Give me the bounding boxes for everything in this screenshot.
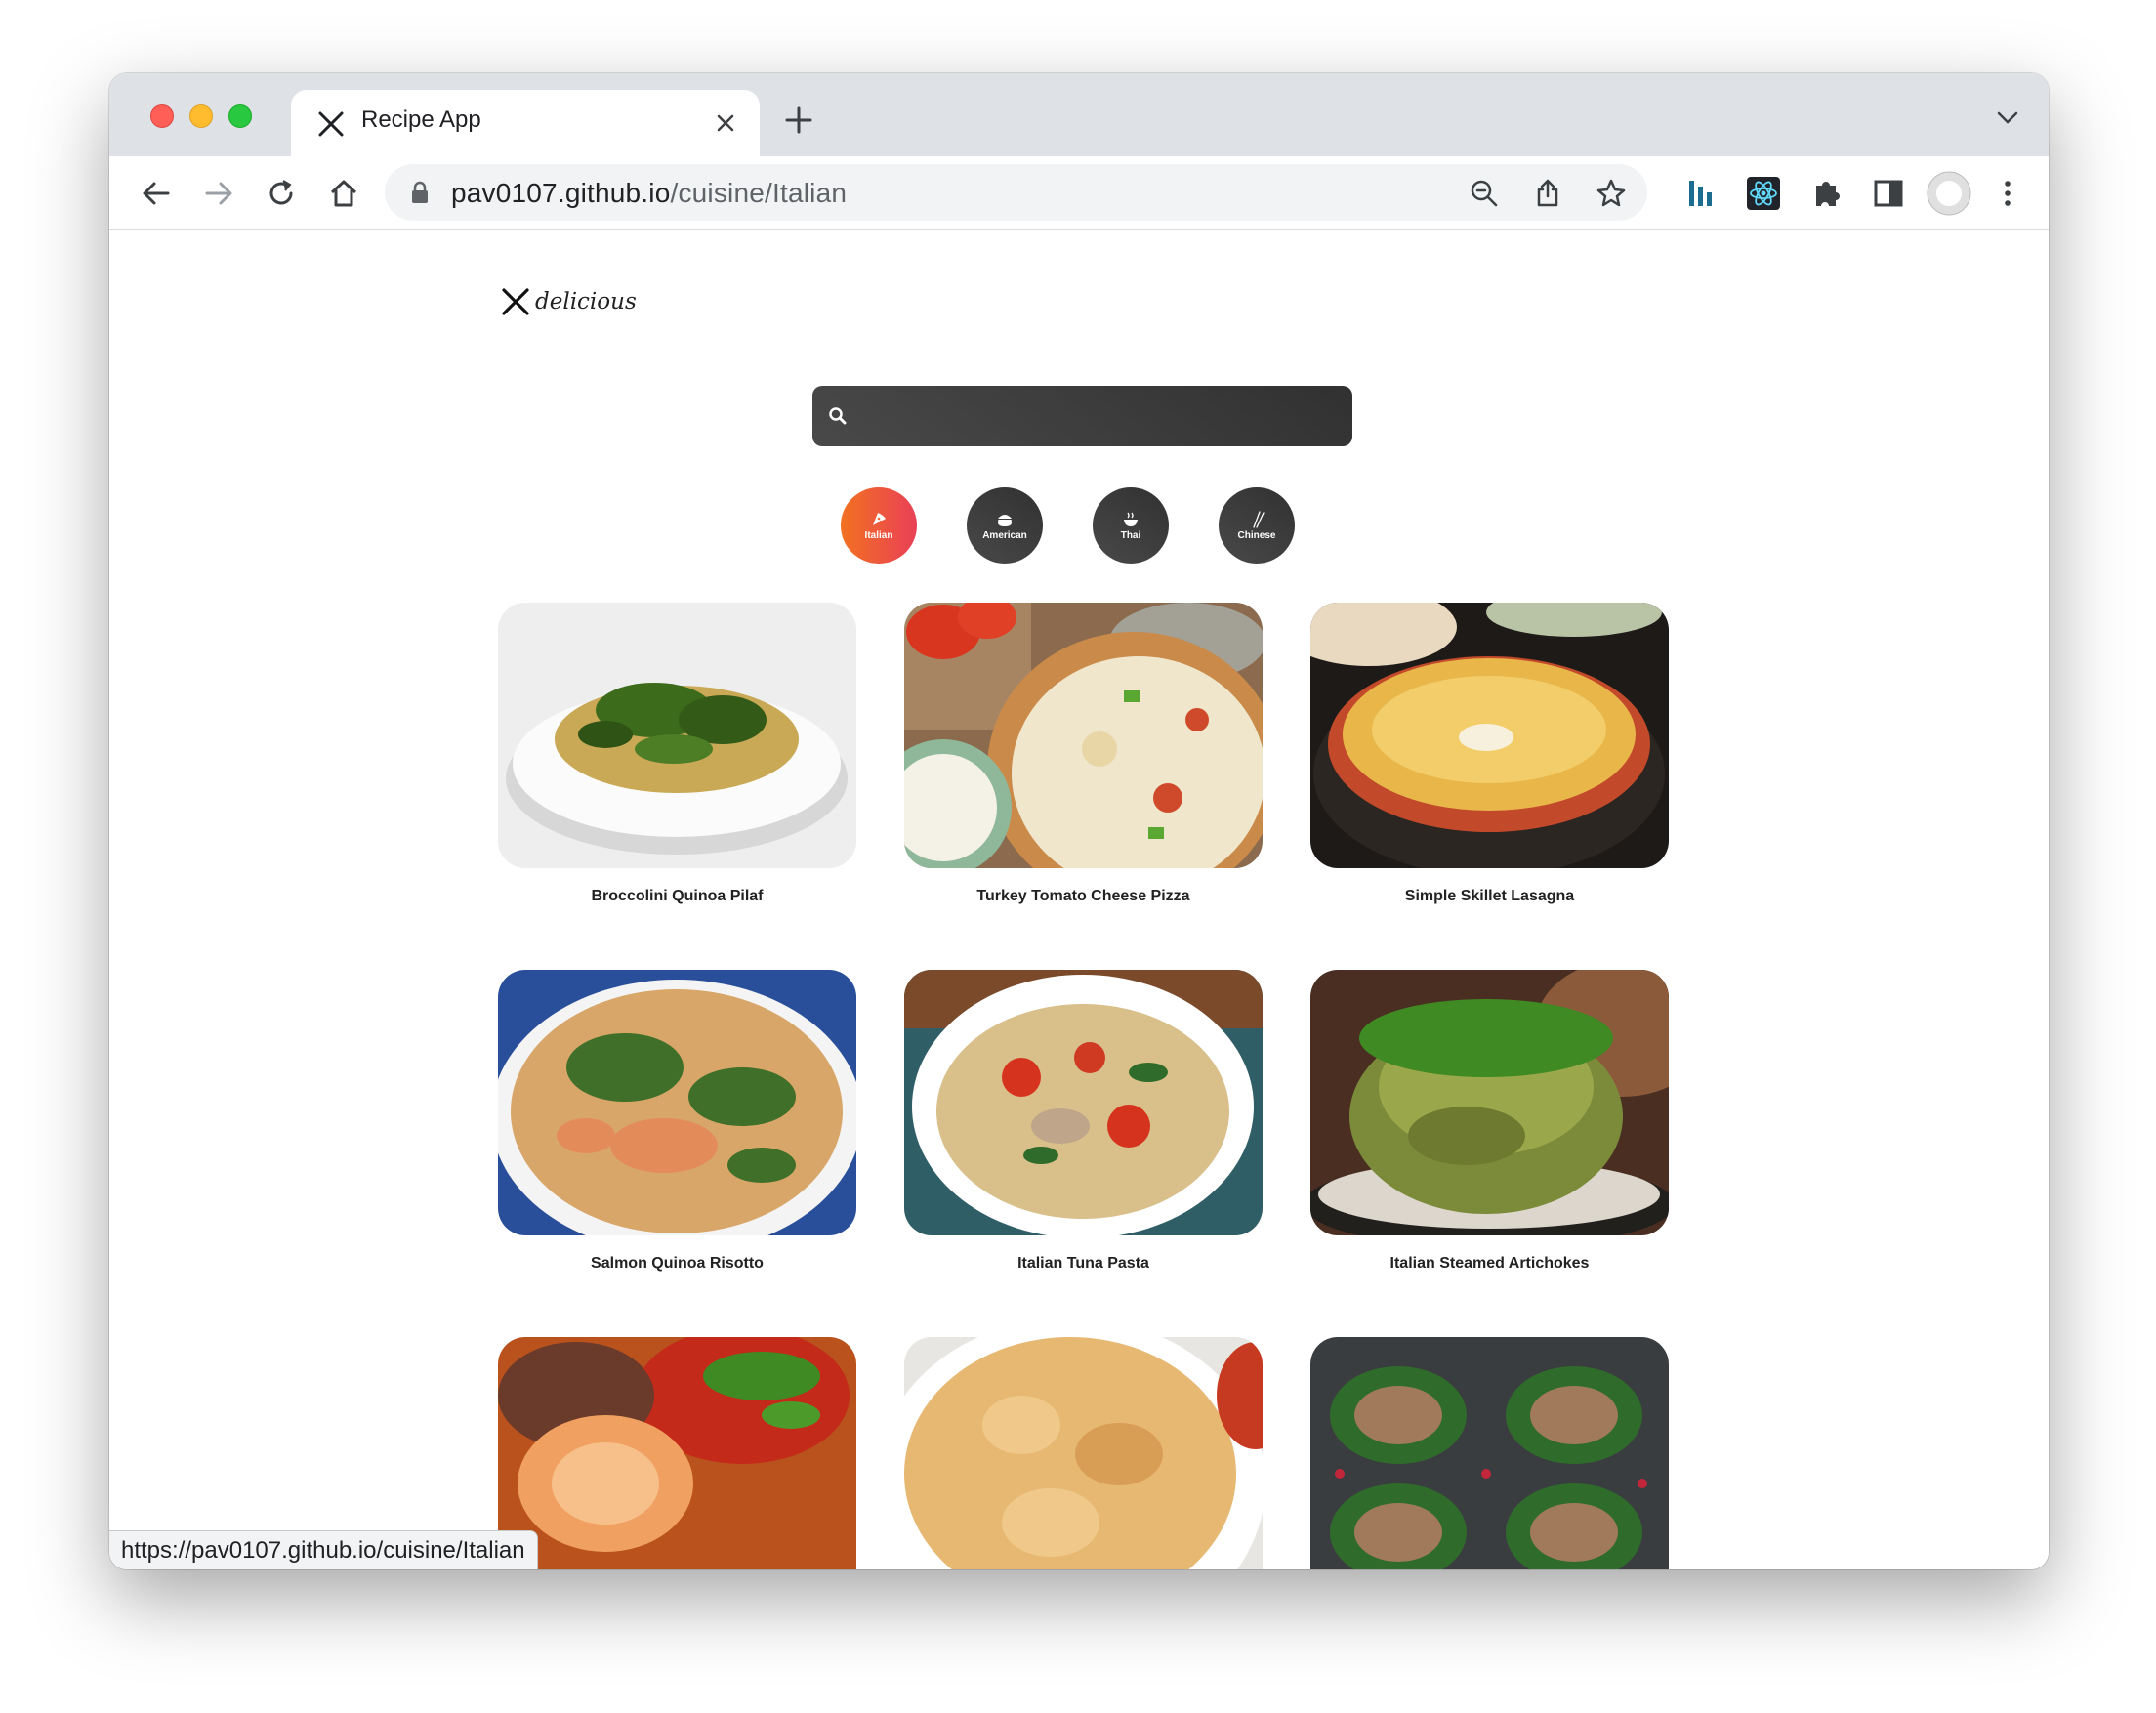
minimize-window-button[interactable]	[189, 104, 213, 128]
puzzle-piece-icon[interactable]	[1808, 176, 1844, 211]
cuisine-thai[interactable]: Thai	[1093, 487, 1169, 564]
chevron-down-icon[interactable]	[1996, 110, 2019, 126]
url-text[interactable]: pav0107.github.io/cuisine/Italian	[451, 178, 847, 209]
cuisine-label: Thai	[1120, 529, 1141, 541]
page-content: delicious Italian American Thai Chinese …	[109, 230, 2049, 1569]
cuisine-nav: Italian American Thai Chinese	[841, 487, 1329, 565]
reload-icon[interactable]	[264, 176, 299, 211]
close-tab-icon[interactable]	[711, 108, 740, 138]
tab-title: Recipe App	[361, 106, 481, 133]
recipe-image-stuffed-mushrooms[interactable]	[1310, 1337, 1669, 1569]
recipe-card[interactable]: Turkey Tomato Cheese Pizza	[904, 603, 1263, 905]
new-tab-icon[interactable]	[783, 104, 814, 136]
app-logo[interactable]: delicious	[500, 286, 637, 317]
react-devtools-icon[interactable]	[1746, 176, 1781, 211]
maximize-window-button[interactable]	[228, 104, 252, 128]
recipe-title: Salmon Quinoa Risotto	[591, 1255, 764, 1272]
address-bar[interactable]: pav0107.github.io/cuisine/Italian	[385, 164, 1647, 221]
profile-avatar-icon[interactable]	[1926, 170, 1972, 217]
recipe-image-shrimp[interactable]	[498, 1337, 856, 1569]
status-bar: https://pav0107.github.io/cuisine/Italia…	[109, 1530, 538, 1569]
bookmark-star-icon[interactable]	[1596, 178, 1627, 209]
recipe-title: Turkey Tomato Cheese Pizza	[976, 888, 1190, 904]
tab-strip: Recipe App	[109, 73, 2049, 156]
browser-toolbar: pav0107.github.io/cuisine/Italian	[109, 156, 2049, 230]
recipe-image-baked-ravioli[interactable]	[904, 1337, 1263, 1569]
recipe-image-salmon-quinoa-risotto[interactable]	[498, 970, 856, 1235]
noodle-bowl-icon	[1124, 512, 1138, 526]
close-window-button[interactable]	[150, 104, 174, 128]
recipe-image-turkey-tomato-cheese-pizza[interactable]	[904, 603, 1263, 868]
recipe-title: Italian Tuna Pasta	[1017, 1255, 1149, 1272]
search-icon	[829, 407, 847, 425]
hamburger-icon	[998, 514, 1012, 526]
url-host: pav0107.github.io	[451, 178, 671, 208]
lock-icon[interactable]	[410, 181, 430, 204]
recipe-title: Simple Skillet Lasagna	[1404, 888, 1575, 904]
url-path: /cuisine/Italian	[670, 178, 848, 208]
recipe-image-italian-steamed-artichokes[interactable]	[1310, 970, 1669, 1235]
pizza-icon	[873, 512, 886, 525]
recipe-card[interactable]: Simple Skillet Lasagna	[1310, 603, 1669, 905]
side-panel-icon[interactable]	[1871, 176, 1906, 211]
recipe-image-broccolini-quinoa-pilaf[interactable]	[498, 603, 856, 868]
forward-icon[interactable]	[201, 176, 236, 211]
zoom-out-icon[interactable]	[1469, 178, 1500, 209]
recipe-image-italian-tuna-pasta[interactable]	[904, 970, 1263, 1235]
browser-window: Recipe App pav0107.github.io/cuisine/Ita…	[109, 73, 2049, 1569]
recipe-card[interactable]: Italian Tuna Pasta	[904, 970, 1263, 1273]
fork-knife-icon	[318, 111, 344, 137]
recipe-image-simple-skillet-lasagna[interactable]	[1310, 603, 1669, 868]
cuisine-american[interactable]: American	[967, 487, 1043, 564]
recipe-title: Italian Steamed Artichokes	[1389, 1255, 1590, 1272]
tab-recipe-app[interactable]: Recipe App	[291, 90, 760, 156]
home-icon[interactable]	[326, 176, 361, 211]
more-menu-icon[interactable]	[1990, 176, 2025, 211]
recipe-card[interactable]: Italian Steamed Artichokes	[1310, 970, 1669, 1273]
recipe-card[interactable]	[904, 1337, 1263, 1569]
cuisine-label: Chinese	[1237, 529, 1276, 541]
recipe-card[interactable]: Salmon Quinoa Risotto	[498, 970, 856, 1273]
extension-bars-icon[interactable]	[1683, 176, 1719, 211]
recipe-title: Broccolini Quinoa Pilaf	[591, 888, 764, 904]
fork-knife-icon	[502, 288, 529, 315]
cuisine-chinese[interactable]: Chinese	[1219, 487, 1295, 564]
recipe-card[interactable]	[1310, 1337, 1669, 1569]
cuisine-italian[interactable]: Italian	[841, 487, 917, 564]
chopsticks-icon	[1253, 510, 1265, 528]
search-bar[interactable]	[812, 386, 1352, 446]
recipe-card[interactable]: Broccolini Quinoa Pilaf	[498, 603, 856, 905]
recipe-card[interactable]	[498, 1337, 856, 1569]
share-icon[interactable]	[1532, 178, 1563, 209]
logo-text: delicious	[535, 289, 637, 314]
cuisine-label: American	[982, 529, 1027, 541]
cuisine-label: Italian	[864, 529, 893, 541]
back-icon[interactable]	[139, 176, 174, 211]
